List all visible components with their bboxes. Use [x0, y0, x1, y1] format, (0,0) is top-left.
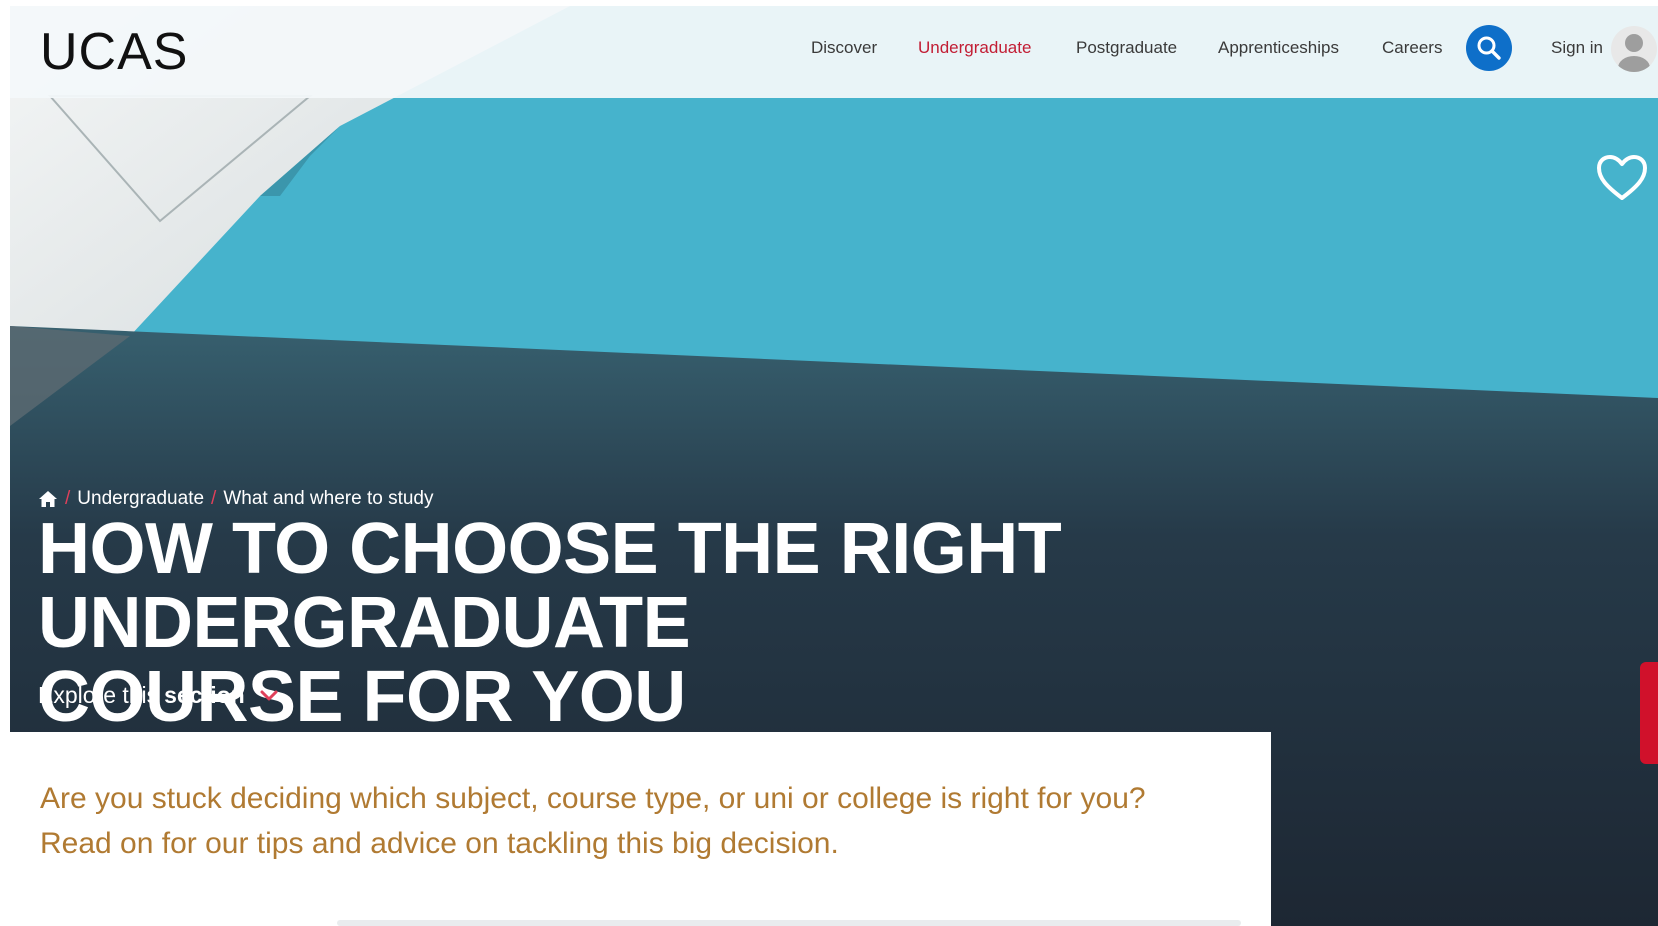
breadcrumb-separator: / [65, 488, 71, 509]
heart-icon[interactable] [1596, 154, 1648, 202]
search-button[interactable] [1466, 25, 1512, 71]
breadcrumb-what-and-where[interactable]: What and where to study [223, 488, 433, 510]
page-title-line1: HOW TO CHOOSE THE RIGHT UNDERGRADUATE [38, 509, 1062, 663]
chevron-down-icon [260, 690, 278, 700]
sign-in-link[interactable]: Sign in [1551, 36, 1603, 60]
explore-section-toggle[interactable]: Explore this section [38, 682, 279, 709]
nav-discover[interactable]: Discover [811, 36, 877, 60]
site-header: UCAS Discover Undergraduate Postgraduate… [10, 6, 1658, 98]
explore-label: Explore this [38, 682, 159, 708]
nav-postgraduate[interactable]: Postgraduate [1076, 36, 1177, 60]
avatar-icon[interactable] [1611, 26, 1657, 72]
nav-careers[interactable]: Careers [1382, 36, 1442, 60]
search-icon [1477, 36, 1501, 60]
intro-line1: Are you stuck deciding which subject, co… [40, 782, 1146, 815]
intro-text: Are you stuck deciding which subject, co… [40, 776, 1220, 866]
ucas-logo[interactable]: UCAS [40, 24, 188, 80]
home-icon[interactable] [38, 490, 58, 508]
intro-card: Are you stuck deciding which subject, co… [10, 732, 1271, 926]
breadcrumb: / Undergraduate / What and where to stud… [38, 488, 434, 510]
breadcrumb-undergraduate[interactable]: Undergraduate [77, 488, 204, 510]
breadcrumb-separator: / [211, 488, 217, 509]
nav-apprenticeships[interactable]: Apprenticeships [1218, 36, 1339, 60]
intro-line2: Read on for our tips and advice on tackl… [40, 827, 839, 860]
feedback-tab[interactable] [1640, 662, 1658, 764]
content-divider [337, 920, 1241, 926]
explore-label-bold: section [164, 682, 245, 708]
nav-undergraduate[interactable]: Undergraduate [918, 36, 1031, 60]
